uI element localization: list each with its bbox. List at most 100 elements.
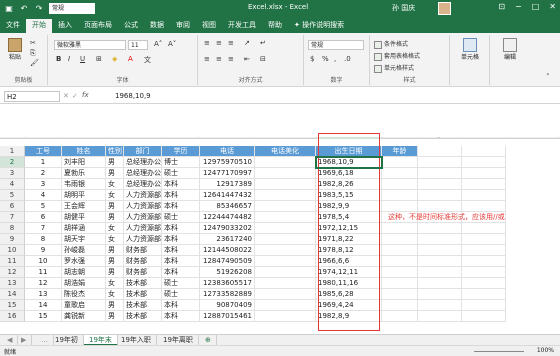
cell-name[interactable]: 胡志朝 xyxy=(62,267,106,278)
cell-phone[interactable]: 12887015461 xyxy=(200,311,255,322)
cell-dept[interactable]: 技术部 xyxy=(124,289,162,300)
cell-id[interactable]: 12 xyxy=(25,278,62,289)
cell-phone[interactable]: 12917389 xyxy=(200,179,255,190)
maximize-icon[interactable]: □ xyxy=(532,2,540,11)
cell-id[interactable]: 3 xyxy=(25,179,62,190)
row-header-10[interactable]: 10 xyxy=(0,245,25,256)
cell-birth[interactable]: 1980,11,16 xyxy=(316,278,382,289)
cell-gender[interactable]: 女 xyxy=(106,190,124,201)
row-header-9[interactable]: 9 xyxy=(0,234,25,245)
cell-phone[interactable]: 12641447432 xyxy=(200,190,255,201)
cell-gender[interactable]: 女 xyxy=(106,234,124,245)
empty-cell[interactable] xyxy=(382,179,418,190)
menu-insert[interactable]: 插入 xyxy=(52,19,78,33)
orientation-icon[interactable]: ↗ xyxy=(244,39,250,47)
row-header-3[interactable]: 3 xyxy=(0,168,25,179)
row-header-4[interactable]: 4 xyxy=(0,179,25,190)
cell-dept[interactable]: 人力资源部 xyxy=(124,201,162,212)
cell-gender[interactable]: 女 xyxy=(106,289,124,300)
currency-icon[interactable]: $ xyxy=(310,55,314,63)
cell-name[interactable]: 胡明平 xyxy=(62,190,106,201)
column-header-f[interactable]: F xyxy=(200,137,255,139)
cell-phone[interactable]: 12847490509 xyxy=(200,256,255,267)
cell-id[interactable]: 2 xyxy=(25,168,62,179)
row-header-16[interactable]: 16 xyxy=(0,311,25,322)
user-name[interactable]: 孙 国庆 xyxy=(392,3,415,13)
menu-view[interactable]: 视图 xyxy=(196,19,222,33)
empty-cell[interactable] xyxy=(418,201,462,212)
undo-icon[interactable]: ↶ xyxy=(18,3,30,15)
cell-phone-pretty[interactable] xyxy=(255,256,316,267)
empty-cell[interactable] xyxy=(418,223,462,234)
empty-cell[interactable] xyxy=(462,267,506,278)
row-header-14[interactable]: 14 xyxy=(0,289,25,300)
cell-edu[interactable]: 本科 xyxy=(162,300,200,311)
header-cell-gender[interactable]: 性别 xyxy=(106,146,124,157)
cell-birth[interactable]: 1983,5,15 xyxy=(316,190,382,201)
row-header-11[interactable]: 11 xyxy=(0,256,25,267)
minimize-icon[interactable]: − xyxy=(515,2,522,11)
empty-cell[interactable] xyxy=(462,278,506,289)
collapse-ribbon-icon[interactable]: ˄ xyxy=(546,73,550,81)
align-bottom-icon[interactable]: ≡ xyxy=(228,39,234,47)
cell-edu[interactable]: 本科 xyxy=(162,190,200,201)
column-header-j[interactable]: J xyxy=(418,137,462,139)
column-header-g[interactable]: G xyxy=(255,137,316,139)
cell-gender[interactable]: 女 xyxy=(106,223,124,234)
cell-edu[interactable]: 硕士 xyxy=(162,212,200,223)
name-box[interactable]: H2 xyxy=(4,91,60,102)
cell-id[interactable]: 15 xyxy=(25,311,62,322)
indent-icon[interactable]: ⇤ xyxy=(244,55,250,63)
cell-birth[interactable]: 1971,8,22 xyxy=(316,234,382,245)
cell-gender[interactable]: 男 xyxy=(106,267,124,278)
spreadsheet-grid[interactable]: ABCDEFGHIJKL 1工号姓名性别部门学历电话电话美化出生日期年龄21刘丰… xyxy=(0,137,560,334)
empty-cell[interactable] xyxy=(418,256,462,267)
cell-edu[interactable]: 本科 xyxy=(162,245,200,256)
cell-dept[interactable]: 人力资源部 xyxy=(124,234,162,245)
menu-page-layout[interactable]: 页面布局 xyxy=(78,19,118,33)
cell-gender[interactable]: 男 xyxy=(106,157,124,168)
menu-developer[interactable]: 开发工具 xyxy=(222,19,262,33)
cell-edu[interactable]: 硕士 xyxy=(162,168,200,179)
zoom-slider[interactable] xyxy=(474,351,524,352)
cell-phone[interactable]: 12479033202 xyxy=(200,223,255,234)
empty-cell[interactable] xyxy=(418,146,462,157)
cell-gender[interactable]: 男 xyxy=(106,201,124,212)
cell-name[interactable]: 胡祥涵 xyxy=(62,223,106,234)
empty-cell[interactable] xyxy=(382,311,418,322)
header-cell-phone[interactable]: 电话 xyxy=(200,146,255,157)
decimal-icon[interactable]: .0 xyxy=(344,55,351,63)
cell-id[interactable]: 8 xyxy=(25,234,62,245)
quick-font-box[interactable]: 常规 xyxy=(49,3,95,14)
cell-id[interactable]: 4 xyxy=(25,190,62,201)
header-cell-name[interactable]: 姓名 xyxy=(62,146,106,157)
cell-edu[interactable]: 本科 xyxy=(162,234,200,245)
empty-cell[interactable] xyxy=(462,201,506,212)
menu-formulas[interactable]: 公式 xyxy=(118,19,144,33)
cell-gender[interactable]: 男 xyxy=(106,212,124,223)
empty-cell[interactable] xyxy=(462,179,506,190)
cell-birth[interactable]: 1978,5,4 xyxy=(316,212,382,223)
align-center-icon[interactable]: ≡ xyxy=(216,55,222,63)
cell-gender[interactable]: 女 xyxy=(106,179,124,190)
number-format-select[interactable]: 常规 xyxy=(308,40,364,50)
tell-me-search[interactable]: ✦ 操作说明搜索 xyxy=(288,19,350,33)
empty-cell[interactable] xyxy=(462,234,506,245)
empty-cell[interactable] xyxy=(462,157,506,168)
cell-id[interactable]: 7 xyxy=(25,223,62,234)
font-size-select[interactable]: 11 xyxy=(128,40,148,50)
cell-id[interactable]: 10 xyxy=(25,256,62,267)
row-header-13[interactable]: 13 xyxy=(0,278,25,289)
cell-phone[interactable]: 23617240 xyxy=(200,234,255,245)
cell-id[interactable]: 11 xyxy=(25,267,62,278)
cells-button[interactable]: 单元格 xyxy=(459,38,481,64)
row-header-2[interactable]: 2 xyxy=(0,157,25,168)
fill-color-icon[interactable]: ◈ xyxy=(112,55,117,63)
header-cell-birth[interactable]: 出生日期 xyxy=(316,146,382,157)
empty-cell[interactable] xyxy=(418,168,462,179)
cell-id[interactable]: 13 xyxy=(25,289,62,300)
row-header-5[interactable]: 5 xyxy=(0,190,25,201)
align-left-icon[interactable]: ≡ xyxy=(204,55,210,63)
row-header-12[interactable]: 12 xyxy=(0,267,25,278)
column-header-a[interactable]: A xyxy=(25,137,62,139)
